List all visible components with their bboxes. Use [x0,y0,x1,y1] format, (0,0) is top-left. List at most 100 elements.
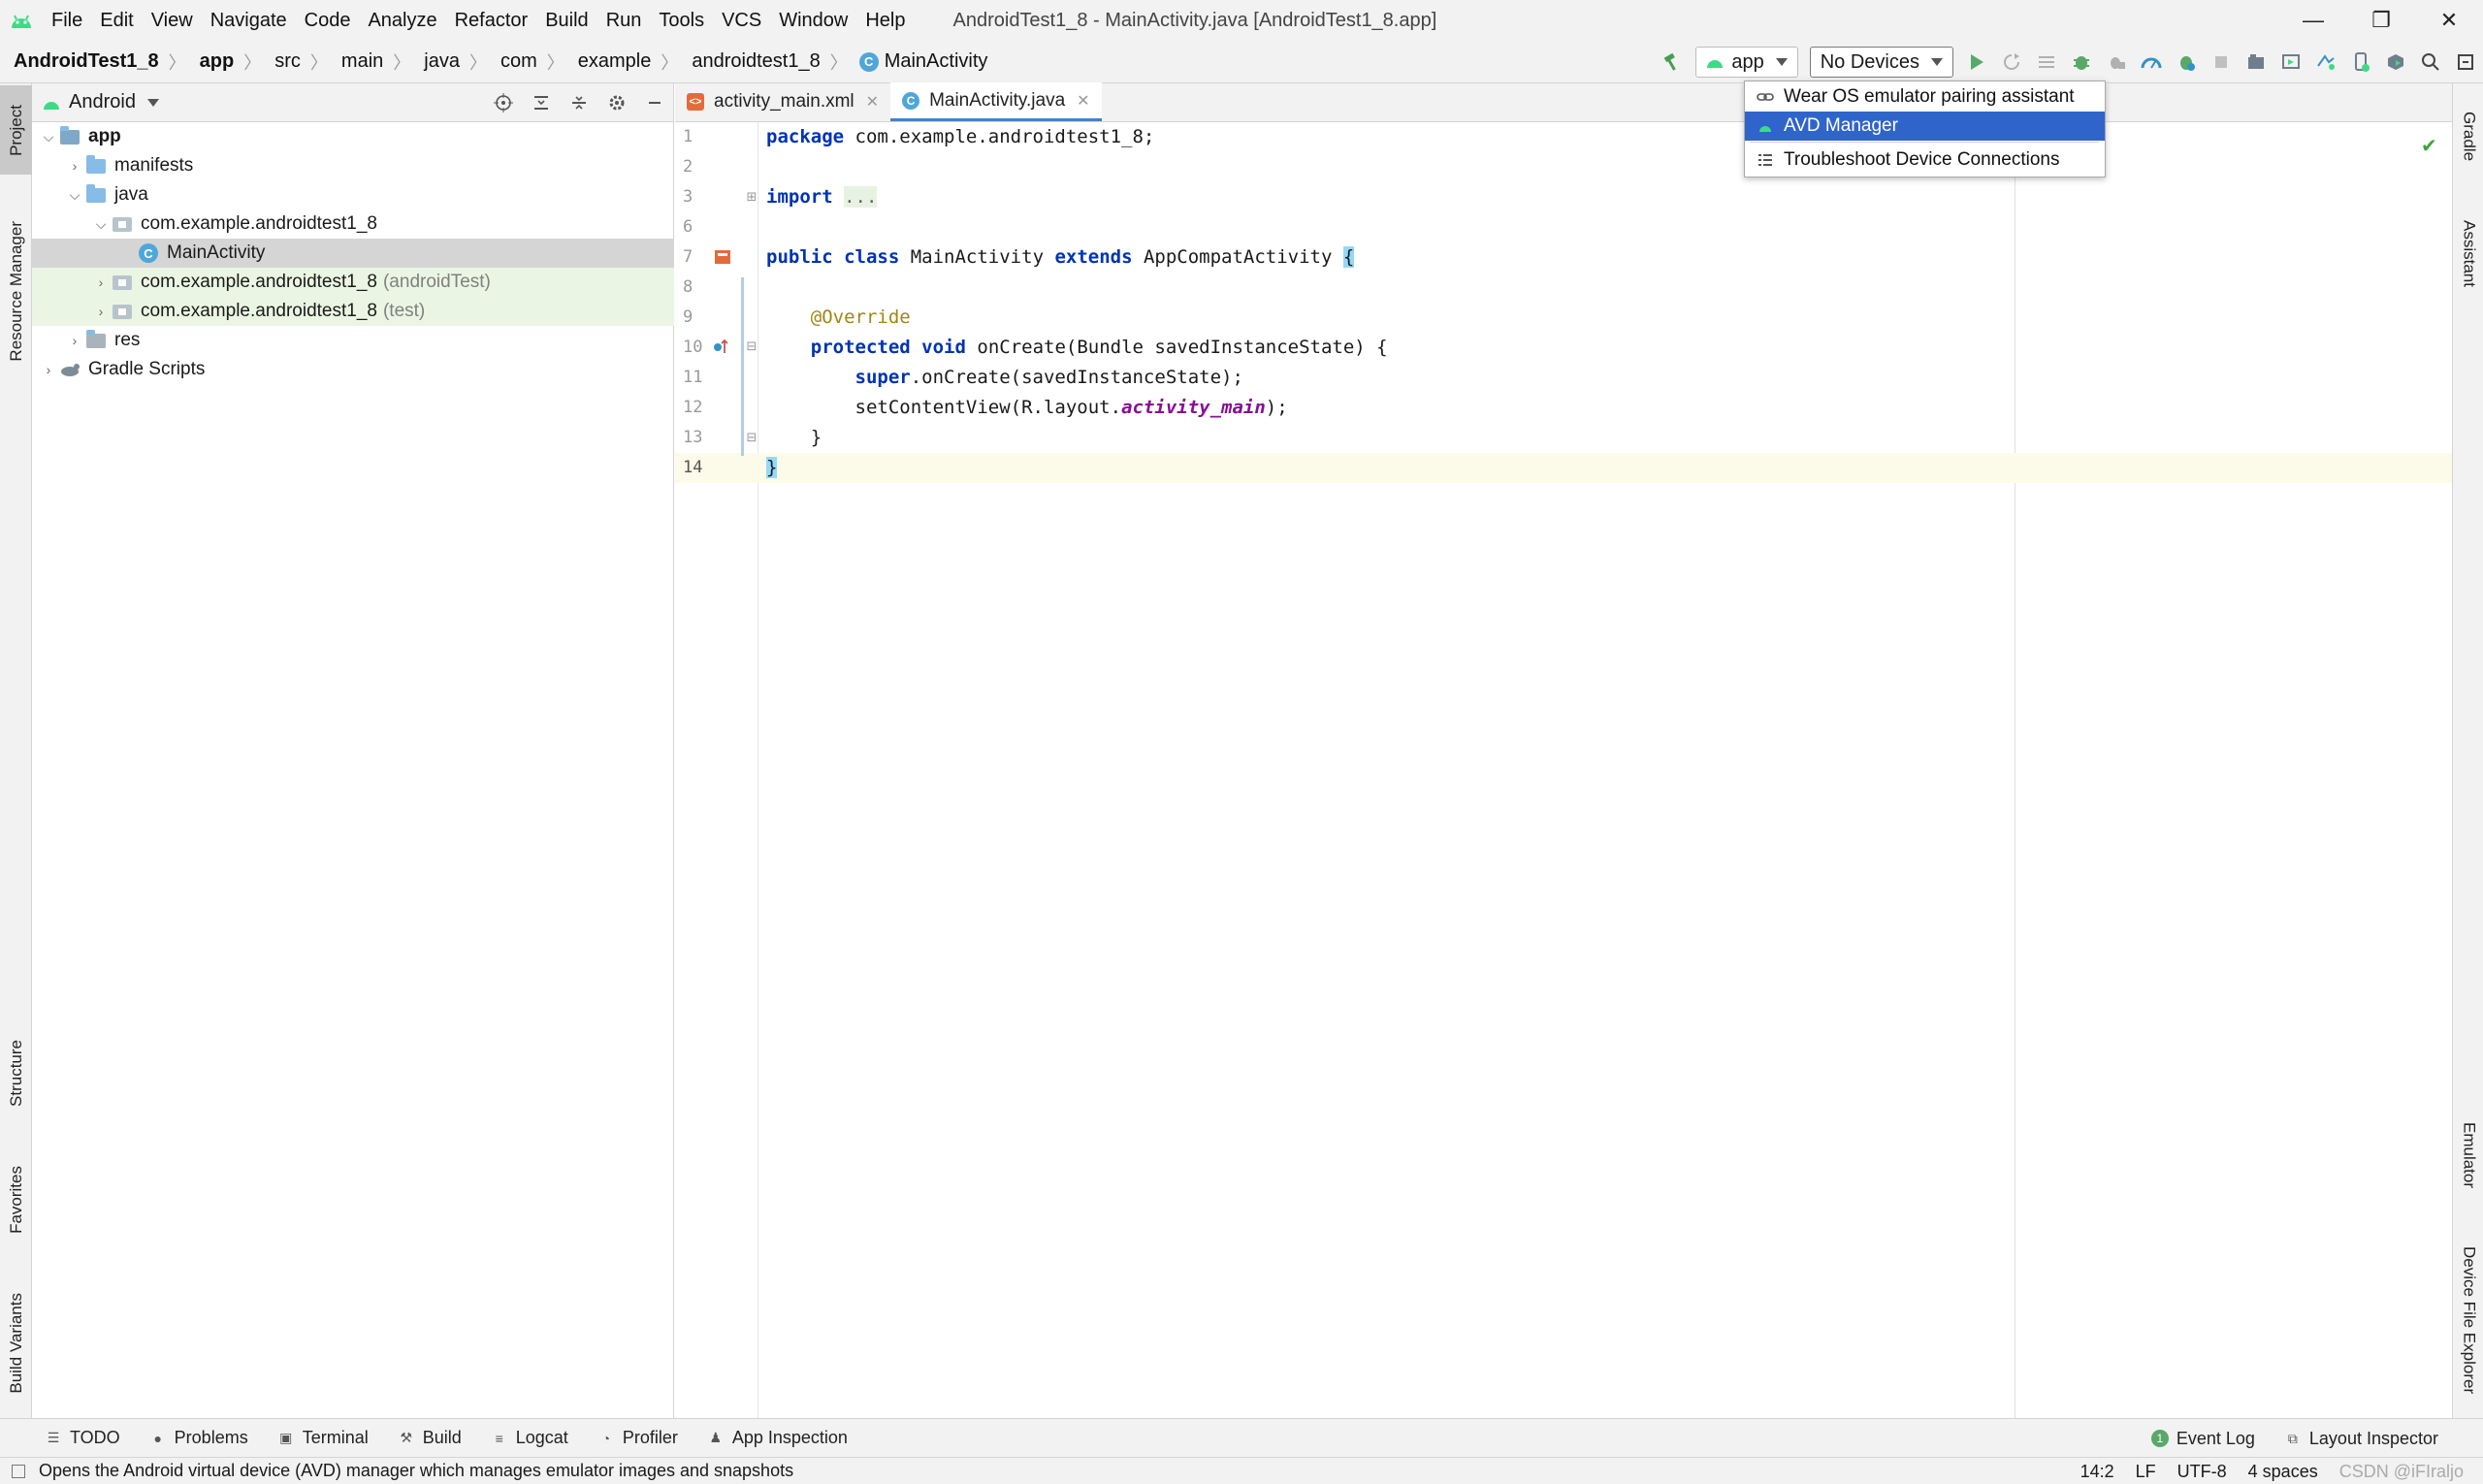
tree-item-gradle-scripts[interactable]: › Gradle Scripts [32,355,674,384]
device-select[interactable]: No Devices [1809,47,1953,78]
tree-item-mainactivity[interactable]: C MainActivity [32,239,674,268]
tool-window-layout-inspector[interactable]: ⧉ Layout Inspector [2271,1419,2454,1458]
dropdown-item-avd-manager[interactable]: AVD Manager [1745,112,2105,141]
indent-setting[interactable]: 4 spaces [2248,1462,2318,1482]
breadcrumb-class[interactable]: MainActivity [879,50,992,73]
tree-item-package-test[interactable]: › com.example.androidtest1_8 (test) [32,297,674,326]
tool-window-profiler[interactable]: ◔ Profiler [584,1419,693,1458]
close-icon[interactable]: ✕ [866,92,879,112]
chevron-down-icon[interactable]: ⌵ [92,210,110,239]
chevron-right-icon[interactable]: › [40,355,57,384]
tool-window-build[interactable]: ⚒ Build [384,1419,477,1458]
attach-debugger-icon[interactable] [2099,41,2134,83]
menu-help[interactable]: Help [856,0,914,41]
tool-window-device-file-explorer[interactable]: Device File Explorer [2453,1228,2483,1412]
breadcrumb-src[interactable]: src [261,50,305,73]
tool-window-resource-manager[interactable]: Resource Manager [0,194,32,388]
profile-icon[interactable] [2134,41,2169,83]
restore-button[interactable]: ❐ [2347,0,2415,41]
tool-window-todo[interactable]: ☰ TODO [31,1419,136,1458]
checkmark-icon[interactable]: ✔ [2421,134,2440,157]
tree-item-package-main[interactable]: ⌵ com.example.androidtest1_8 [32,210,674,239]
expand-all-icon[interactable] [522,83,560,122]
avd-icon[interactable] [2343,41,2378,83]
tool-window-structure[interactable]: Structure [0,1024,32,1121]
chevron-down-icon[interactable] [146,98,159,107]
tree-item-manifests[interactable]: › manifests [32,151,674,180]
menu-vcs[interactable]: VCS [713,0,770,41]
line-separator[interactable]: LF [2136,1462,2156,1482]
tree-item-app[interactable]: ⌵ app [32,122,674,151]
breadcrumb-project[interactable]: AndroidTest1_8 [0,50,163,73]
menu-edit[interactable]: Edit [91,0,142,41]
tool-window-project[interactable]: Project [0,85,32,175]
tool-window-assistant[interactable]: Assistant [2453,200,2483,306]
sdk-icon[interactable] [2378,41,2413,83]
hammer-icon[interactable] [1655,41,1690,83]
apply-changes-icon[interactable] [2029,41,2064,83]
menu-file[interactable]: File [43,0,91,41]
caret-position[interactable]: 14:2 [2080,1462,2114,1482]
breadcrumb-example[interactable]: example [564,50,656,73]
tool-window-emulator[interactable]: Emulator [2453,1102,2483,1209]
tool-window-app-inspection[interactable]: ♟ App Inspection [693,1419,863,1458]
locate-icon[interactable] [484,83,522,122]
tree-item-java[interactable]: ⌵ java [32,180,674,210]
tool-window-logcat[interactable]: ≡ Logcat [477,1419,584,1458]
tool-window-problems[interactable]: ● Problems [136,1419,264,1458]
tab-activity-main-xml[interactable]: <> activity_main.xml ✕ [675,82,890,121]
menu-run[interactable]: Run [597,0,651,41]
run-config-select[interactable]: app [1695,47,1798,78]
minimize-button[interactable]: — [2279,0,2347,41]
settings-icon[interactable] [2448,41,2483,83]
tool-window-build-variants[interactable]: Build Variants [0,1271,32,1416]
menu-analyze[interactable]: Analyze [359,0,445,41]
menu-window[interactable]: Window [770,0,856,41]
coverage-icon[interactable] [2169,41,2204,83]
chevron-right-icon[interactable]: › [66,326,83,355]
sync-icon[interactable] [2308,41,2343,83]
project-view-select[interactable]: Android [69,91,136,113]
tool-window-event-log[interactable]: 1 Event Log [2138,1419,2271,1458]
tool-window-gradle[interactable]: Gradle [2453,93,2483,180]
dropdown-item-wear-os-pairing[interactable]: Wear OS emulator pairing assistant [1745,82,2105,112]
search-icon[interactable] [2413,41,2448,83]
tool-window-favorites[interactable]: Favorites [0,1146,32,1253]
breadcrumb-com[interactable]: com [487,50,541,73]
breadcrumb-main[interactable]: main [328,50,387,73]
debug-icon[interactable] [2064,41,2099,83]
menu-navigate[interactable]: Navigate [202,0,296,41]
chevron-right-icon[interactable]: › [92,297,110,326]
file-encoding[interactable]: UTF-8 [2177,1462,2227,1482]
chevron-right-icon[interactable]: › [66,151,83,180]
dropdown-item-troubleshoot[interactable]: Troubleshoot Device Connections [1745,145,2105,175]
toggle-tool-windows-icon[interactable] [12,1465,25,1478]
menu-refactor[interactable]: Refactor [446,0,537,41]
chevron-down-icon[interactable]: ⌵ [40,122,57,151]
folded-imports[interactable]: ... [844,186,878,208]
chevron-right-icon[interactable]: › [92,268,110,297]
breadcrumb-package[interactable]: androidtest1_8 [678,50,823,73]
tab-mainactivity-java[interactable]: C MainActivity.java ✕ [890,82,1102,121]
tree-item-res[interactable]: › res [32,326,674,355]
tool-window-terminal[interactable]: ▣ Terminal [264,1419,384,1458]
hide-icon[interactable] [635,83,673,122]
menu-view[interactable]: View [143,0,202,41]
menu-code[interactable]: Code [296,0,360,41]
run-icon[interactable] [1959,41,1994,83]
close-window-button[interactable]: ✕ [2415,0,2483,41]
code-area[interactable]: package com.example.androidtest1_8; impo… [758,122,2452,1418]
collapse-all-icon[interactable] [560,83,597,122]
gear-icon[interactable] [597,83,635,122]
breadcrumb-java[interactable]: java [410,50,464,73]
menu-build[interactable]: Build [536,0,597,41]
override-method-icon[interactable] [712,338,729,355]
breadcrumb-module[interactable]: app [186,50,239,73]
stop-icon[interactable] [2204,41,2239,83]
chevron-down-icon[interactable]: ⌵ [66,180,83,210]
device-manager-icon[interactable] [2273,41,2308,83]
rerun-icon[interactable] [1994,41,2029,83]
menu-tools[interactable]: Tools [650,0,713,41]
close-icon[interactable]: ✕ [1077,91,1089,111]
layout-preview-icon[interactable] [714,248,731,266]
